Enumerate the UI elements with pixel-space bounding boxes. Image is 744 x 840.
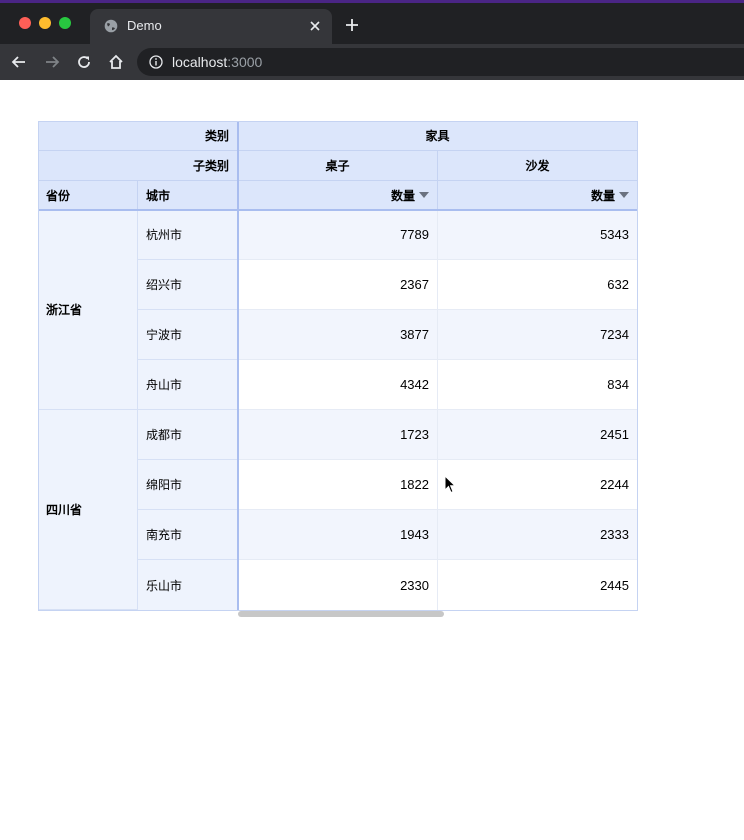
data-cell[interactable]: 834 <box>438 360 638 410</box>
data-cell[interactable]: 2451 <box>438 410 638 460</box>
close-window-button[interactable] <box>19 17 31 29</box>
frozen-column-divider <box>237 121 239 611</box>
browser-tab[interactable]: Demo <box>90 9 332 44</box>
measure-header[interactable]: 数量 <box>238 181 438 210</box>
row-header-province[interactable]: 四川省 <box>38 410 138 610</box>
row-header-province[interactable]: 浙江省 <box>38 210 138 410</box>
row-header-city[interactable]: 杭州市 <box>138 210 238 260</box>
row-header-province-label: 省份 <box>38 181 138 210</box>
back-arrow-icon[interactable] <box>10 53 28 71</box>
row-header-city[interactable]: 南充市 <box>138 510 238 560</box>
data-cell[interactable]: 1943 <box>238 510 438 560</box>
column-header-category[interactable]: 家具 <box>238 121 638 151</box>
url-port: :3000 <box>227 54 263 70</box>
reload-icon[interactable] <box>75 53 93 71</box>
info-icon[interactable] <box>149 55 163 69</box>
row-header-city[interactable]: 乐山市 <box>138 560 238 611</box>
data-cell[interactable]: 4342 <box>238 360 438 410</box>
measure-label: 数量 <box>590 188 615 203</box>
forward-arrow-icon[interactable] <box>43 53 61 71</box>
tab-title: Demo <box>127 18 162 33</box>
data-cell[interactable]: 5343 <box>438 210 638 260</box>
horizontal-scrollbar[interactable] <box>238 611 444 617</box>
measure-header[interactable]: 数量 <box>438 181 638 210</box>
data-cell[interactable]: 2244 <box>438 460 638 510</box>
data-cell[interactable]: 2330 <box>238 560 438 611</box>
frozen-header-divider <box>38 209 638 211</box>
maximize-window-button[interactable] <box>59 17 71 29</box>
column-header-subcategory[interactable]: 沙发 <box>438 151 638 181</box>
mouse-pointer-icon <box>444 475 456 494</box>
row-header-city[interactable]: 绵阳市 <box>138 460 238 510</box>
data-cell[interactable]: 2333 <box>438 510 638 560</box>
data-cell[interactable]: 2367 <box>238 260 438 310</box>
corner-subcategory-label: 子类别 <box>38 151 238 181</box>
row-header-city-label: 城市 <box>138 181 238 210</box>
column-header-subcategory[interactable]: 桌子 <box>238 151 438 181</box>
new-tab-icon[interactable] <box>345 18 359 32</box>
data-cell[interactable]: 7789 <box>238 210 438 260</box>
row-header-city[interactable]: 舟山市 <box>138 360 238 410</box>
sort-down-icon[interactable] <box>419 192 429 198</box>
corner-category-label: 类别 <box>38 121 238 151</box>
home-icon[interactable] <box>107 53 125 71</box>
measure-label: 数量 <box>390 188 415 203</box>
address-bar[interactable]: localhost:3000 <box>137 48 744 76</box>
browser-toolbar: localhost:3000 <box>0 44 744 80</box>
row-header-city[interactable]: 宁波市 <box>138 310 238 360</box>
globe-icon <box>104 19 118 33</box>
data-cell[interactable]: 1723 <box>238 410 438 460</box>
data-cell[interactable]: 632 <box>438 260 638 310</box>
browser-tab-strip: Demo <box>0 0 744 44</box>
pivot-table[interactable]: 类别 子类别 省份 城市 家具 桌子 沙发 数量 数量 浙江省 四川省 杭州市 … <box>38 121 638 611</box>
url-host: localhost <box>172 54 228 70</box>
row-header-city[interactable]: 成都市 <box>138 410 238 460</box>
row-header-city[interactable]: 绍兴市 <box>138 260 238 310</box>
url-text: localhost:3000 <box>172 54 262 70</box>
close-tab-icon[interactable] <box>308 19 322 33</box>
page-content: 类别 子类别 省份 城市 家具 桌子 沙发 数量 数量 浙江省 四川省 杭州市 … <box>0 80 744 840</box>
data-cell[interactable]: 7234 <box>438 310 638 360</box>
sort-down-icon[interactable] <box>619 192 629 198</box>
data-cell[interactable]: 2445 <box>438 560 638 611</box>
data-cell[interactable]: 3877 <box>238 310 438 360</box>
data-cell[interactable]: 1822 <box>238 460 438 510</box>
minimize-window-button[interactable] <box>39 17 51 29</box>
